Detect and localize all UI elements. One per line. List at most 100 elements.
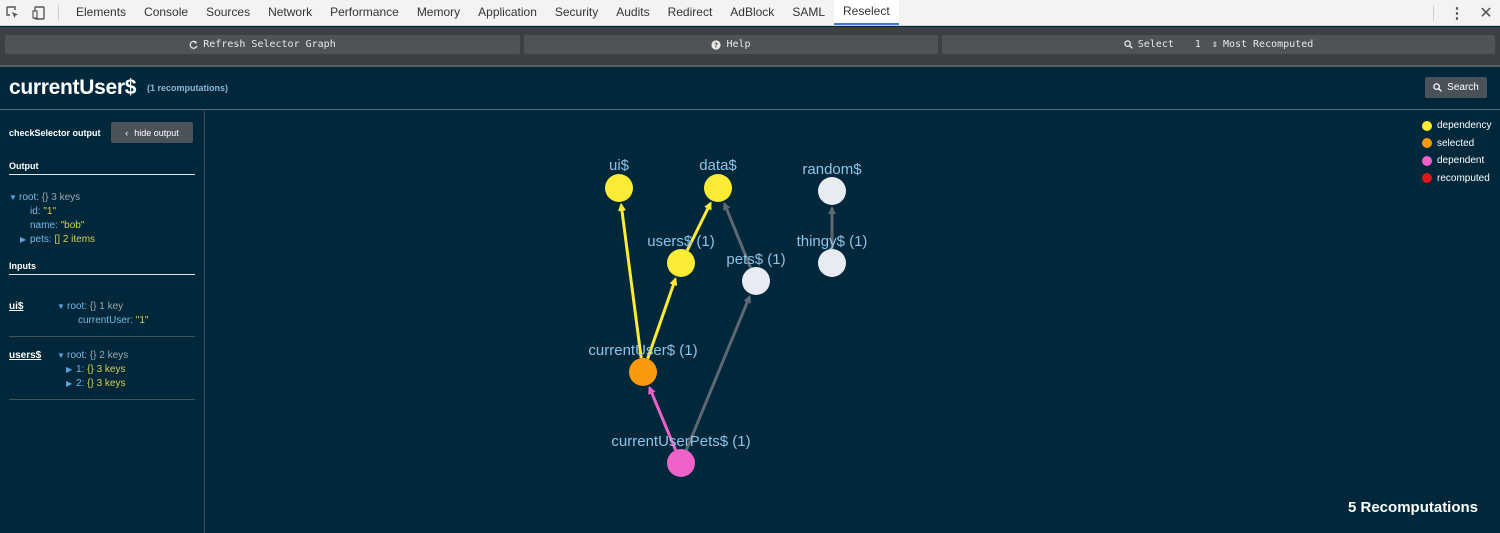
tab-separator <box>1433 4 1434 21</box>
graph-node-data[interactable] <box>704 174 732 202</box>
collapse-triangle-icon[interactable]: ▶ <box>66 377 76 391</box>
output-tree: ▼ root: {} 3 keys id: "1" name: "bob" ▶ pe… <box>9 191 95 247</box>
expand-triangle-icon[interactable]: ▼ <box>57 349 67 363</box>
collapse-triangle-icon[interactable]: ▶ <box>20 233 30 247</box>
tree-node-2[interactable]: ▶ 2: {} 3 keys <box>57 377 128 391</box>
stepper-arrows-icon[interactable]: ⇕ <box>1212 39 1218 50</box>
graph-node-users[interactable] <box>667 249 695 277</box>
selector-title: currentUser$ <box>9 76 137 99</box>
tab-application[interactable]: Application <box>469 0 546 25</box>
select-most-recomputed-button[interactable]: Select 1 ⇕ Most Recomputed <box>942 35 1495 54</box>
devtools-tab-bar: Elements Console Sources Network Perform… <box>0 0 1500 26</box>
tree-node-root[interactable]: ▼ root: {} 1 key <box>57 300 148 314</box>
legend-item-dependent: dependent <box>1422 152 1492 170</box>
tree-node-root[interactable]: ▼ root: {} 2 keys <box>57 349 128 363</box>
graph-node-label-currentUserPets: currentUserPets$ (1) <box>611 433 750 450</box>
select-label: Select <box>1137 39 1174 50</box>
tab-audits[interactable]: Audits <box>607 0 658 25</box>
tab-reselect[interactable]: Reselect <box>834 0 899 25</box>
graph-node-currentUserPets[interactable] <box>667 449 695 477</box>
legend-label: dependent <box>1437 155 1485 167</box>
graph-node-label-users: users$ (1) <box>647 233 715 250</box>
inspect-element-icon[interactable] <box>0 0 26 25</box>
select-count-stepper[interactable]: 1 <box>1195 39 1201 50</box>
graph-node-label-currentUser: currentUser$ (1) <box>588 342 697 359</box>
graph-node-ui[interactable] <box>605 174 633 202</box>
tree-type: {} <box>89 350 97 361</box>
tree-node-current-user: currentUser: "1" <box>57 314 148 328</box>
tree-node-pets[interactable]: ▶ pets: [] 2 items <box>9 233 95 247</box>
tree-node-name: name: "bob" <box>9 219 95 233</box>
graph-node-currentUser[interactable] <box>629 358 657 386</box>
refresh-graph-label: Refresh Selector Graph <box>203 39 336 50</box>
legend-dot <box>1422 173 1432 184</box>
graph-node-label-pets: pets$ (1) <box>726 251 785 268</box>
legend-item-selected: selected <box>1422 135 1492 153</box>
graph-edge-currentUser-to-ui <box>618 202 643 359</box>
selector-graph[interactable]: ui$ data$ random$ users$ (1) thingy$ (1) pets… <box>206 111 1500 533</box>
select-mode-label: Most Recomputed <box>1222 39 1314 50</box>
tree-key: 1: <box>76 364 85 375</box>
graph-node-random[interactable] <box>818 177 846 205</box>
tree-value: "1" <box>135 315 149 326</box>
device-toolbar-icon[interactable] <box>26 0 52 25</box>
legend-item-recomputed: recomputed <box>1422 170 1492 188</box>
legend-label: recomputed <box>1437 172 1490 184</box>
graph-legend: dependency selected dependent recomputed <box>1422 117 1492 187</box>
tab-separator <box>58 4 59 21</box>
tree-key: name: <box>30 220 58 231</box>
graph-node-label-random: random$ <box>802 161 862 178</box>
tab-saml[interactable]: SAML <box>783 0 834 25</box>
tree-key: id: <box>30 206 41 217</box>
graph-node-pets[interactable] <box>742 267 770 295</box>
graph-edge-currentUserPets-to-pets <box>684 294 751 451</box>
tree-type: {} <box>89 301 97 312</box>
tab-performance[interactable]: Performance <box>321 0 408 25</box>
search-button[interactable]: Search <box>1425 77 1487 98</box>
output-heading: Output <box>9 161 195 175</box>
selector-header: currentUser$ (1 recomputations) Search <box>0 67 1500 110</box>
input-divider <box>9 336 195 337</box>
expand-triangle-icon[interactable]: ▼ <box>57 300 67 314</box>
tab-security[interactable]: Security <box>546 0 607 25</box>
tab-redirect[interactable]: Redirect <box>659 0 722 25</box>
tab-console[interactable]: Console <box>135 0 197 25</box>
help-label: Help <box>726 39 751 50</box>
tree-summary: 3 keys <box>96 364 126 375</box>
tab-sources[interactable]: Sources <box>197 0 259 25</box>
legend-label: selected <box>1437 137 1475 149</box>
hide-output-button[interactable]: ‹ hide output <box>111 122 193 143</box>
legend-dot <box>1422 120 1432 131</box>
close-icon[interactable]: ✕ <box>1472 3 1500 23</box>
search-label: Search <box>1447 82 1479 93</box>
graph-node-label-thingy: thingy$ (1) <box>797 233 868 250</box>
input-tree-ui: ▼ root: {} 1 key currentUser: "1" <box>57 300 148 328</box>
input-name-users[interactable]: users$ <box>9 350 41 361</box>
search-icon <box>1124 40 1133 49</box>
tab-adblock[interactable]: AdBlock <box>721 0 783 25</box>
tab-elements[interactable]: Elements <box>67 0 135 25</box>
refresh-icon <box>189 40 198 49</box>
tree-node-root[interactable]: ▼ root: {} 3 keys <box>9 191 95 205</box>
check-selector-panel: checkSelector output ‹ hide output Outpu… <box>0 111 205 533</box>
tab-memory[interactable]: Memory <box>408 0 469 25</box>
graph-node-thingy[interactable] <box>818 249 846 277</box>
tree-value: "bob" <box>60 220 85 231</box>
help-button[interactable]: ? Help <box>524 35 938 54</box>
reselect-toolbar: Refresh Selector Graph ? Help Select 1 ⇕… <box>0 27 1500 65</box>
tree-type: {} <box>87 378 94 389</box>
tree-type: {} <box>41 192 49 203</box>
input-name-ui[interactable]: ui$ <box>9 301 23 312</box>
more-options-icon[interactable]: ⋮ <box>1442 4 1472 22</box>
expand-triangle-icon[interactable]: ▼ <box>9 191 19 205</box>
refresh-graph-button[interactable]: Refresh Selector Graph <box>5 35 520 54</box>
inputs-heading: Inputs <box>9 261 195 275</box>
tab-network[interactable]: Network <box>259 0 321 25</box>
tree-key: root: <box>67 301 88 312</box>
input-divider <box>9 399 195 400</box>
tree-key: pets: <box>30 234 52 245</box>
input-tree-users: ▼ root: {} 2 keys ▶ 1: {} 3 keys ▶ 2: {} 3 … <box>57 349 128 391</box>
graph-canvas[interactable]: ui$ data$ random$ users$ (1) thingy$ (1) pets… <box>206 111 1500 533</box>
collapse-triangle-icon[interactable]: ▶ <box>66 363 76 377</box>
tree-node-1[interactable]: ▶ 1: {} 3 keys <box>57 363 128 377</box>
